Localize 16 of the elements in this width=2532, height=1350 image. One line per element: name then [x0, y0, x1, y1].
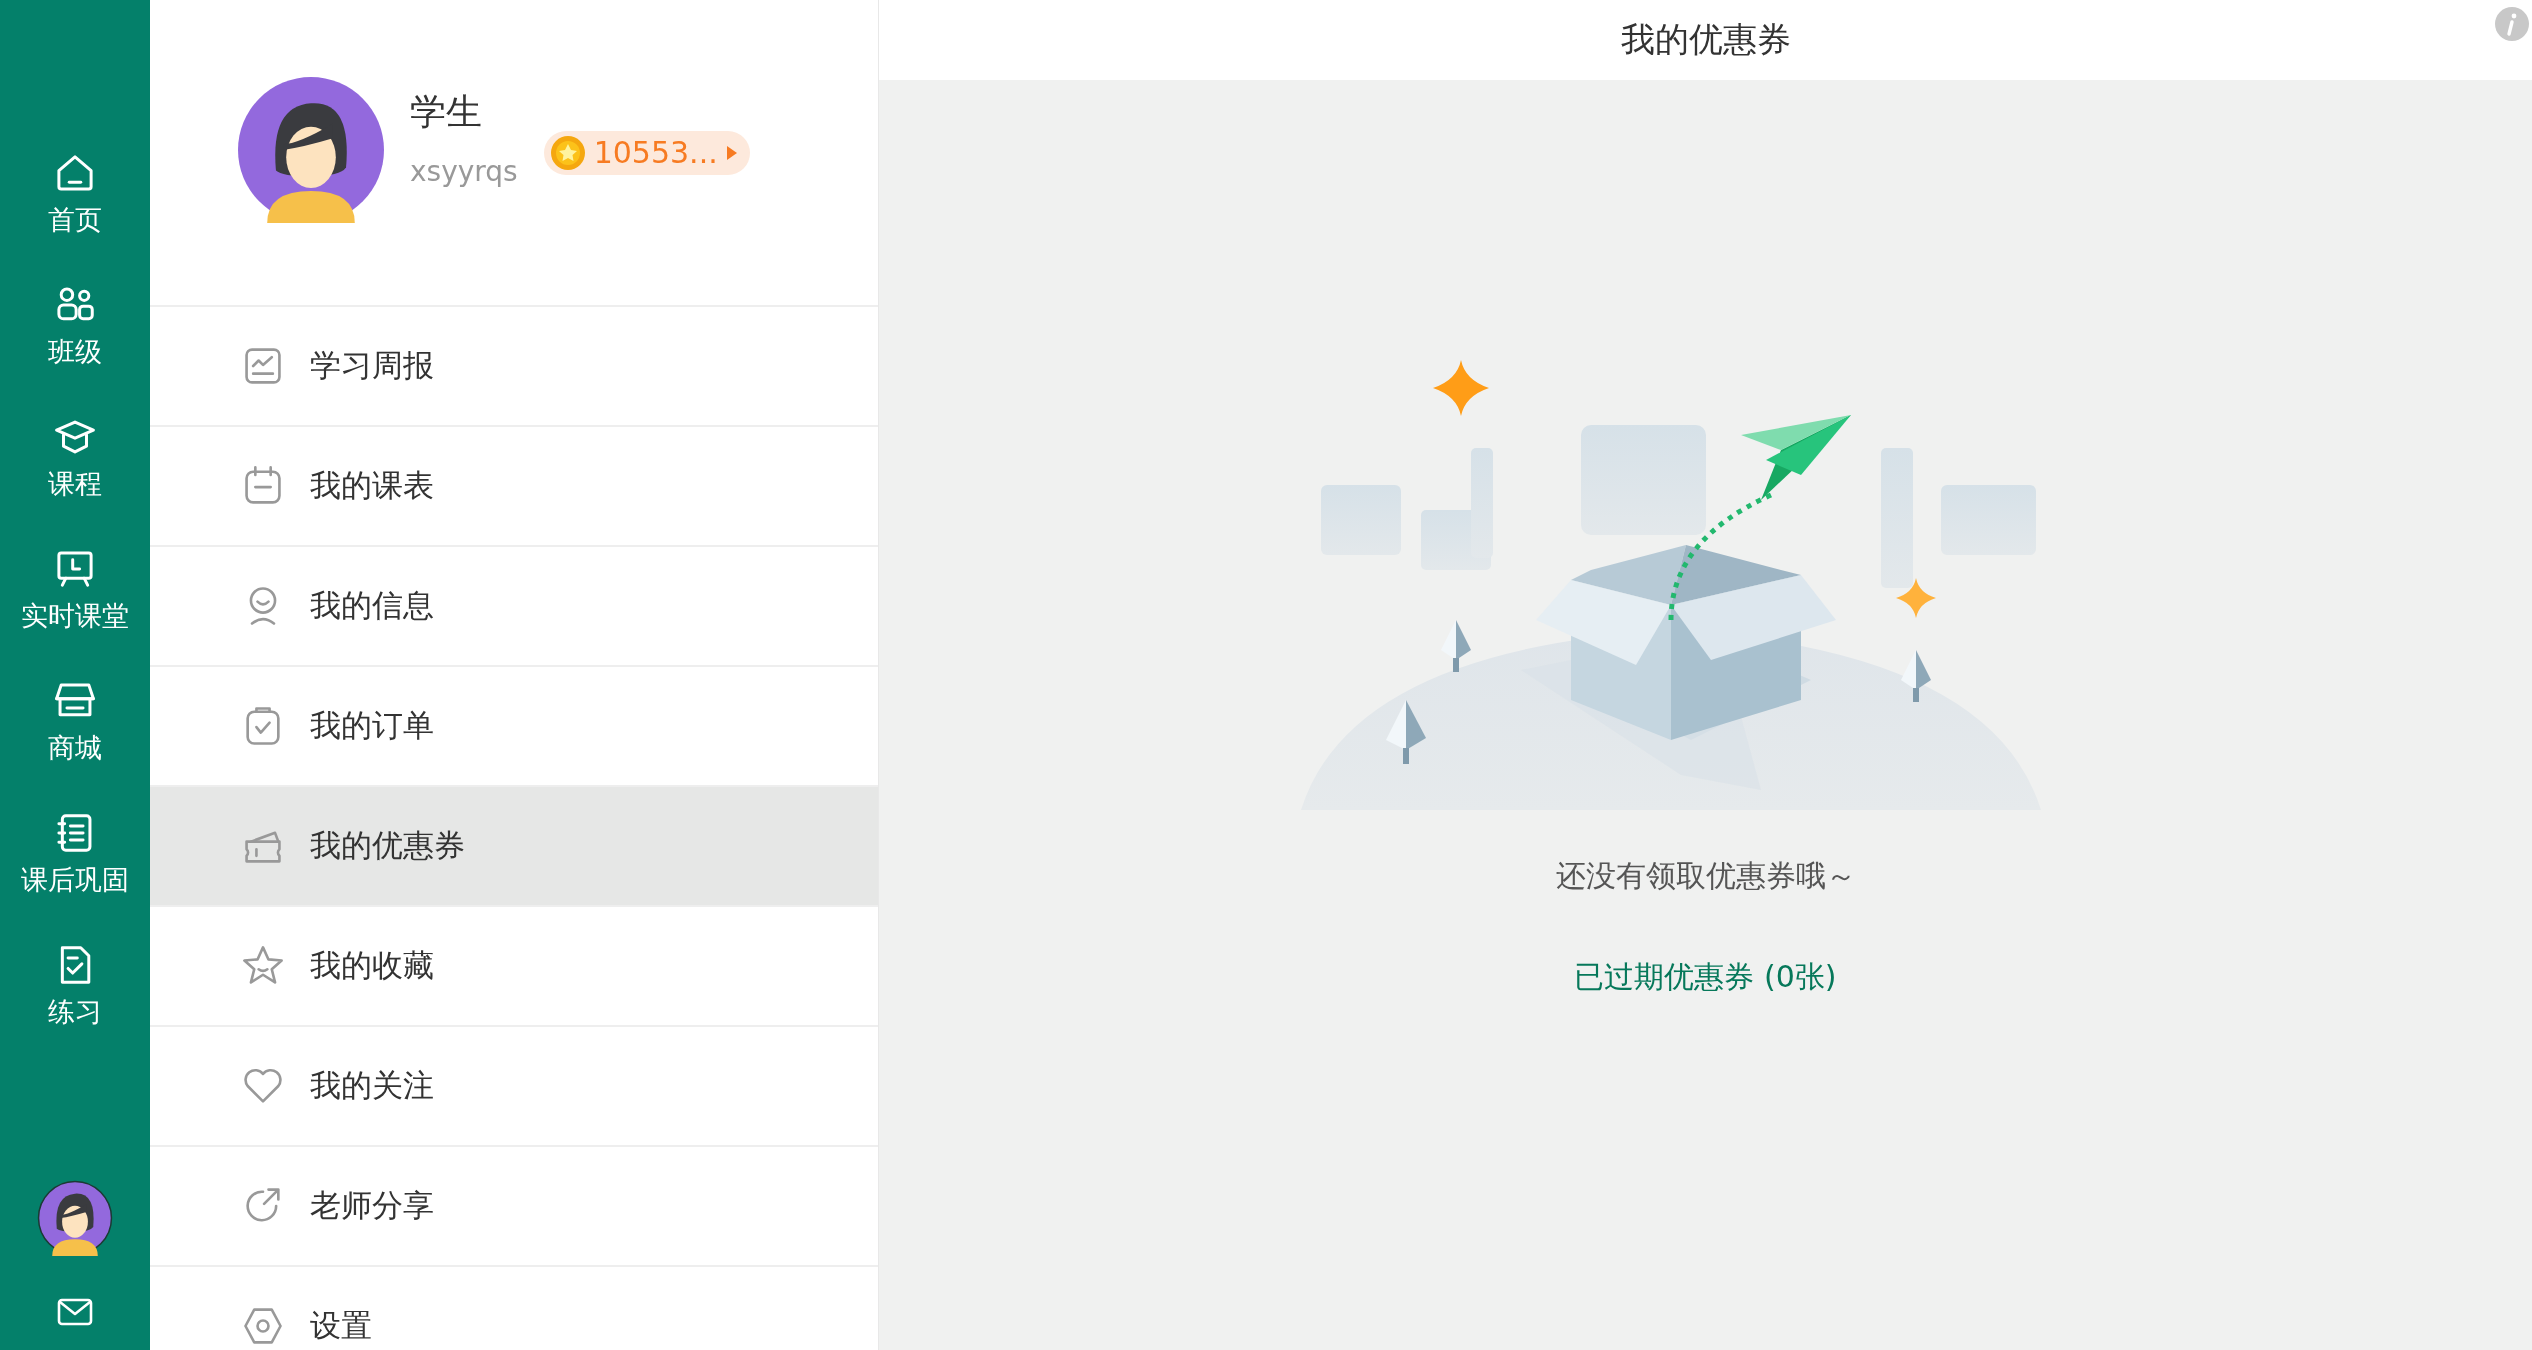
- username: xsyyrqs: [410, 154, 518, 188]
- nav-item[interactable]: 课程: [0, 414, 150, 546]
- nav-item[interactable]: 课后巩固: [0, 810, 150, 942]
- nav-item[interactable]: 首页: [0, 150, 150, 282]
- avatar[interactable]: [37, 1180, 113, 1256]
- coin-icon: [549, 134, 586, 171]
- nav-item[interactable]: 商城: [0, 678, 150, 810]
- nav-item[interactable]: 练习: [0, 942, 150, 1074]
- nav-item[interactable]: 班级: [0, 282, 150, 414]
- empty-message: 还没有领取优惠券哦～: [1555, 857, 1856, 895]
- expired-coupons-link[interactable]: 已过期优惠券 (0张): [1574, 957, 1837, 998]
- user-name: 学生: [410, 89, 483, 134]
- play-icon: [725, 144, 738, 161]
- page-title: 我的优惠券: [1620, 18, 1791, 61]
- menu-item[interactable]: 我的优惠券: [150, 787, 878, 907]
- nav-item[interactable]: 实时课堂: [0, 546, 150, 678]
